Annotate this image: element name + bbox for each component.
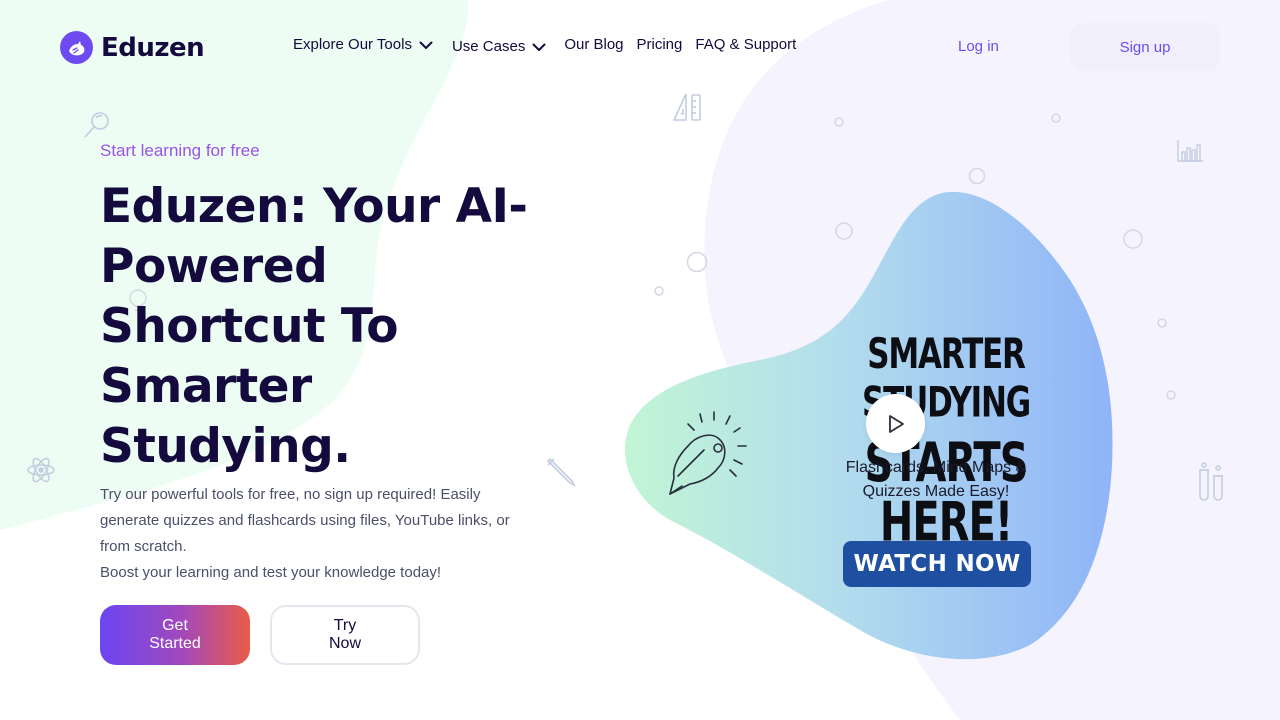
nav-use-cases-label: Use Cases [451,38,526,55]
nav-pricing-label: Pricing [636,36,683,53]
logo-text: Eduzen [101,32,205,63]
nav-explore-tools-label: Explore Our Tools [293,36,412,53]
flask-icon [1199,462,1223,501]
video-headline: SMARTER STUDYING STARTS HERE! [796,330,1096,553]
nav-our-blog-label: Our Blog [564,36,624,53]
try-now-button[interactable]: Try Now [270,605,420,665]
main-nav: Explore Our Tools Use Cases Our Blog Pri… [293,36,796,55]
pencil-icon [546,457,576,487]
magnifier-icon [84,112,109,138]
video-subtext: Flashcards, Mind Maps & Quizzes Made Eas… [845,459,1027,500]
site-header: Eduzen Explore Our Tools Use Cases Our B… [0,0,1280,96]
signup-button[interactable]: Sign up [1070,23,1220,71]
play-icon [888,414,904,433]
hero-description: Try our powerful tools for free, no sign… [100,482,540,586]
lightbulb-pencil-icon [669,411,747,495]
nav-faq-support-label: FAQ & Support [695,36,797,53]
watch-now-button[interactable]: WATCH NOW [843,541,1031,587]
nav-faq-support[interactable]: FAQ & Support [695,36,796,53]
hero-eyebrow: Start learning for free [100,141,260,160]
atom-icon [27,457,55,483]
hero-title: Eduzen: Your AI-Powered Shortcut To Smar… [100,179,528,474]
play-button[interactable] [866,394,925,453]
ruler-triangle-icon [672,93,701,121]
chevron-down-icon [419,41,433,49]
logo-icon [60,31,93,64]
video-thumbnail[interactable]: SMARTER STUDYING STARTS HERE! Flashcards… [620,190,1120,660]
nav-use-cases[interactable]: Use Cases [452,38,547,55]
bar-chart-icon [1177,140,1203,162]
hero-description-line-2: Boost your learning and test your knowle… [100,564,442,581]
hero-description-line-1: Try our powerful tools for free, no sign… [100,486,510,555]
chevron-down-icon [532,43,546,51]
login-link[interactable]: Log in [958,38,999,55]
video-headline-line-1: SMARTER STUDYING [862,330,1031,428]
nav-our-blog[interactable]: Our Blog [564,36,623,53]
nav-pricing[interactable]: Pricing [637,36,683,53]
get-started-button[interactable]: Get Started [100,605,250,665]
nav-explore-tools[interactable]: Explore Our Tools [293,36,434,53]
logo[interactable]: Eduzen [60,31,205,64]
